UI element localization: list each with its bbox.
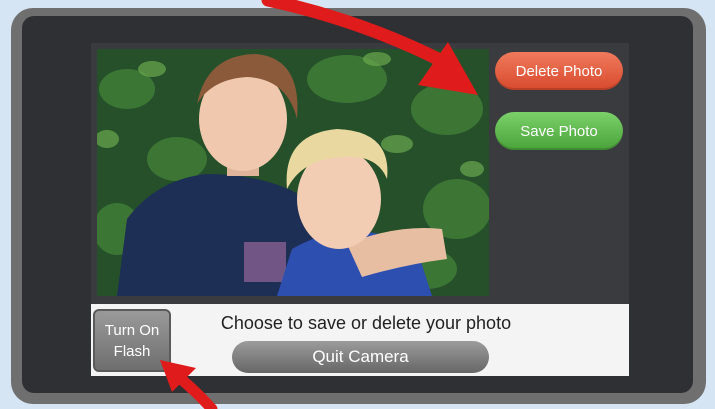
quit-camera-button[interactable]: Quit Camera [232, 341, 489, 373]
turn-on-flash-button[interactable]: Turn On Flash [93, 309, 171, 372]
instruction-text: Choose to save or delete your photo [220, 313, 512, 333]
save-photo-label: Save Photo [520, 122, 598, 140]
delete-photo-button[interactable]: Delete Photo [495, 52, 623, 90]
save-photo-button[interactable]: Save Photo [495, 112, 623, 150]
photo-preview [97, 49, 489, 296]
quit-camera-label: Quit Camera [312, 347, 409, 366]
delete-photo-label: Delete Photo [515, 62, 603, 80]
flash-label-line1: Turn On [104, 321, 160, 339]
flash-label-line2: Flash [113, 342, 151, 360]
photo-image [97, 49, 489, 296]
